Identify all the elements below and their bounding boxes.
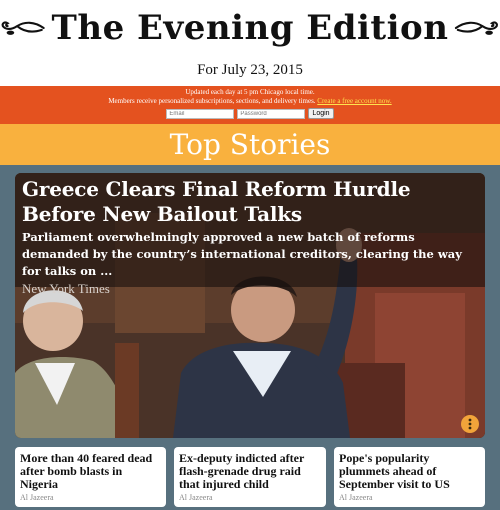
stories-board: Greece Clears Final Reform Hurdle Before… xyxy=(0,165,500,510)
story-card-source: Al Jazeera xyxy=(20,493,54,502)
story-card[interactable]: Ex-deputy indicted after flash-grenade d… xyxy=(174,447,326,507)
story-card[interactable]: More than 40 feared dead after bomb blas… xyxy=(15,447,166,507)
masthead: The Evening Edition For July 23, 2015 xyxy=(0,0,500,86)
section-banner: Top Stories xyxy=(0,124,500,165)
members-benefits-text: Members receive personalized subscriptio… xyxy=(108,97,316,105)
create-account-link[interactable]: Create a free account now. xyxy=(317,97,391,105)
right-flourish-icon xyxy=(455,21,499,35)
login-form: Login xyxy=(0,108,500,119)
featured-source: New York Times xyxy=(22,281,110,296)
story-card-source: Al Jazeera xyxy=(339,493,373,502)
left-flourish-icon xyxy=(1,21,45,35)
more-vertical-icon xyxy=(468,418,472,430)
account-notice-bar: Updated each day at 5 pm Chicago local t… xyxy=(0,86,500,124)
featured-story-overlay: Greece Clears Final Reform Hurdle Before… xyxy=(15,173,485,296)
featured-story[interactable]: Greece Clears Final Reform Hurdle Before… xyxy=(15,173,485,438)
featured-headline[interactable]: Greece Clears Final Reform Hurdle Before… xyxy=(22,177,477,227)
email-field[interactable] xyxy=(166,108,235,119)
section-title: Top Stories xyxy=(169,128,331,161)
story-card-headline[interactable]: Pope's popularity plummets ahead of Sept… xyxy=(339,452,480,491)
brand-title: The Evening Edition xyxy=(51,8,449,48)
featured-summary: Parliament overwhelmingly approved a new… xyxy=(22,230,462,278)
masthead-title-row: The Evening Edition xyxy=(0,6,500,50)
story-card-source: Al Jazeera xyxy=(179,493,213,502)
more-options-button[interactable] xyxy=(461,415,479,433)
story-card[interactable]: Pope's popularity plummets ahead of Sept… xyxy=(334,447,485,507)
story-card-headline[interactable]: More than 40 feared dead after bomb blas… xyxy=(20,452,161,491)
login-button[interactable]: Login xyxy=(308,108,334,119)
members-text: Members receive personalized subscriptio… xyxy=(0,97,500,106)
update-time-text: Updated each day at 5 pm Chicago local t… xyxy=(185,88,315,96)
edition-date: For July 23, 2015 xyxy=(197,62,303,78)
password-field[interactable] xyxy=(237,108,306,119)
story-card-headline[interactable]: Ex-deputy indicted after flash-grenade d… xyxy=(179,452,321,491)
